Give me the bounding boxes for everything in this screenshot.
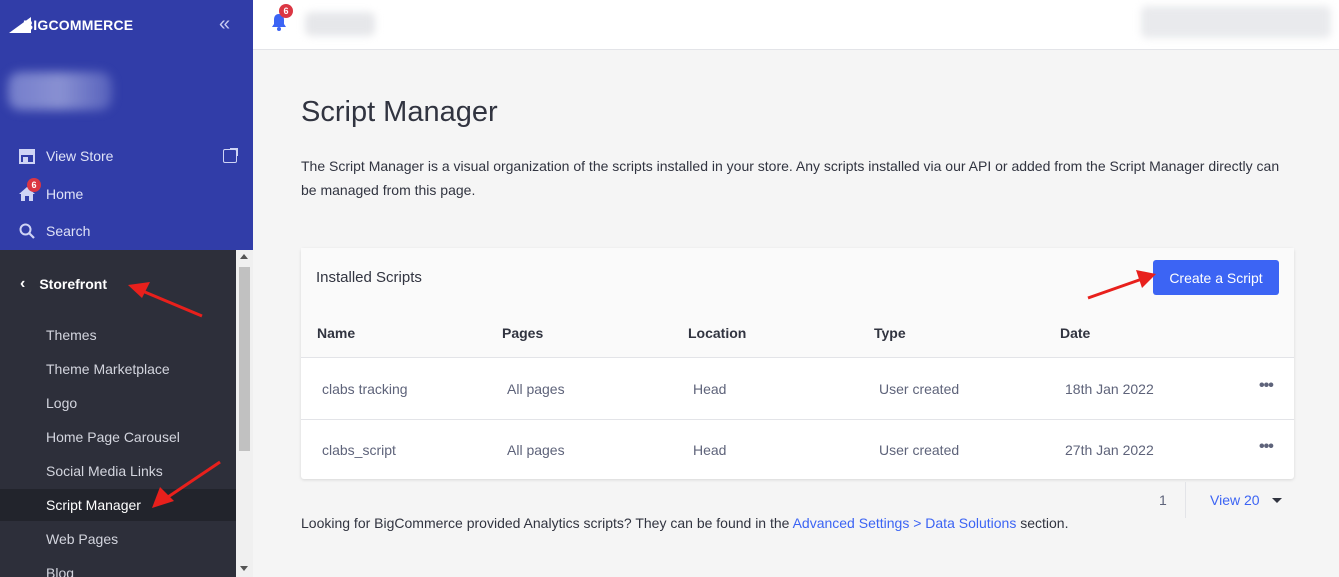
- sidebar-item-blog[interactable]: Blog: [0, 557, 236, 577]
- sidebar-item-view-store[interactable]: View Store: [16, 145, 113, 167]
- advanced-settings-link[interactable]: Advanced Settings > Data Solutions: [793, 515, 1017, 531]
- script-type: User created: [879, 442, 960, 458]
- page-size-select[interactable]: View 20: [1210, 492, 1282, 508]
- bigcommerce-logo[interactable]: BIGCOMMERCE: [9, 14, 133, 36]
- sidebar-item-web-pages[interactable]: Web Pages: [0, 523, 236, 555]
- table-row[interactable]: clabs_script All pages Head User created…: [301, 420, 1294, 481]
- sidebar-item-label: Search: [46, 223, 91, 239]
- installed-scripts-card: Installed Scripts Create a Script Name P…: [301, 248, 1294, 479]
- script-date: 27th Jan 2022: [1065, 442, 1154, 458]
- table-row[interactable]: clabs tracking All pages Head User creat…: [301, 359, 1294, 420]
- script-location: Head: [693, 442, 727, 458]
- footer-suffix: section.: [1016, 515, 1069, 531]
- external-link-icon[interactable]: [223, 148, 238, 163]
- scroll-up-arrow-icon[interactable]: [240, 254, 248, 259]
- more-actions-icon[interactable]: •••: [1259, 438, 1274, 456]
- pagination-divider: [1185, 482, 1186, 518]
- pagination-current-page[interactable]: 1: [1159, 492, 1167, 508]
- script-pages: All pages: [507, 442, 565, 458]
- column-header-type[interactable]: Type: [874, 325, 906, 341]
- column-header-date[interactable]: Date: [1060, 325, 1090, 341]
- script-type: User created: [879, 381, 960, 397]
- table-header: Name Pages Location Type Date: [301, 308, 1294, 358]
- scroll-down-arrow-icon[interactable]: [240, 566, 248, 571]
- sidebar-item-themes[interactable]: Themes: [0, 319, 236, 351]
- analytics-footer-note: Looking for BigCommerce provided Analyti…: [301, 515, 1068, 531]
- column-header-pages[interactable]: Pages: [502, 325, 543, 341]
- sidebar-item-logo[interactable]: Logo: [0, 387, 236, 419]
- sidebar-section-label: Storefront: [39, 276, 107, 292]
- more-actions-icon[interactable]: •••: [1259, 377, 1274, 395]
- create-script-button[interactable]: Create a Script: [1153, 260, 1279, 295]
- sidebar-item-label: View Store: [46, 148, 114, 164]
- account-menu-redacted[interactable]: [1141, 6, 1331, 38]
- script-name[interactable]: clabs tracking: [322, 381, 408, 397]
- scrollbar-thumb[interactable]: [239, 267, 250, 451]
- notification-badge: 6: [279, 4, 293, 18]
- script-location: Head: [693, 381, 727, 397]
- script-date: 18th Jan 2022: [1065, 381, 1154, 397]
- page-title: Script Manager: [301, 96, 498, 128]
- sidebar-item-search[interactable]: Search: [16, 220, 90, 242]
- page-size-label: View 20: [1210, 492, 1260, 508]
- search-icon: [16, 223, 38, 239]
- sidebar-item-home[interactable]: Home: [16, 183, 83, 205]
- sidebar-item-social-media-links[interactable]: Social Media Links: [0, 455, 236, 487]
- script-name[interactable]: clabs_script: [322, 442, 396, 458]
- storefront-icon: [16, 148, 38, 164]
- sidebar-item-label: Home: [46, 186, 84, 202]
- footer-prefix: Looking for BigCommerce provided Analyti…: [301, 515, 793, 531]
- chevron-left-icon: ‹: [20, 275, 26, 292]
- column-header-location[interactable]: Location: [688, 325, 746, 341]
- topbar: 6: [253, 0, 1339, 50]
- logo-text: BIGCOMMERCE: [23, 17, 134, 33]
- home-notification-badge: 6: [27, 178, 41, 192]
- column-header-name[interactable]: Name: [317, 325, 355, 341]
- card-header: Installed Scripts Create a Script: [301, 248, 1294, 308]
- caret-down-icon: [1271, 497, 1282, 503]
- double-chevron-left-icon[interactable]: «: [219, 14, 230, 34]
- sidebar-section-storefront[interactable]: ‹ Storefront: [0, 268, 236, 300]
- script-pages: All pages: [507, 381, 565, 397]
- sidebar-item-home-page-carousel[interactable]: Home Page Carousel: [0, 421, 236, 453]
- sidebar-item-script-manager[interactable]: Script Manager: [0, 489, 236, 521]
- sidebar: BIGCOMMERCE « View Store Home 6 Search ‹: [0, 0, 253, 577]
- sidebar-item-theme-marketplace[interactable]: Theme Marketplace: [0, 353, 236, 385]
- card-title: Installed Scripts: [316, 269, 422, 286]
- store-name-redacted: [305, 12, 375, 36]
- sidebar-scrollbar[interactable]: [236, 250, 253, 577]
- store-name-redacted: [8, 72, 112, 110]
- page-description: The Script Manager is a visual organizat…: [301, 158, 1280, 198]
- sidebar-top-panel: BIGCOMMERCE « View Store Home 6 Search: [0, 0, 253, 250]
